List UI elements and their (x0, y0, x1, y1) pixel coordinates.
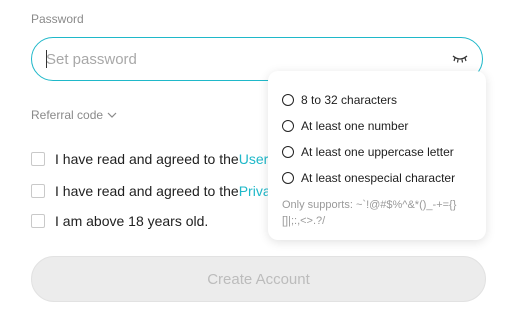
agreement-checkbox-privacy[interactable] (31, 184, 45, 198)
rule-special: At least onespecial character (282, 165, 472, 191)
privacy-policy-link[interactable]: Priva (239, 183, 271, 199)
rule-length: 8 to 32 characters (282, 87, 472, 113)
password-input[interactable] (46, 48, 426, 70)
age-text: I am above 18 years old. (55, 213, 209, 229)
agreement-row-privacy: I have read and agreed to the Priva (31, 183, 271, 199)
referral-code-toggle[interactable]: Referral code (31, 108, 117, 122)
agreement-text: I have read and agreed to the (55, 151, 239, 167)
chevron-down-icon (107, 112, 117, 118)
referral-code-label: Referral code (31, 108, 104, 122)
rule-status-icon (282, 94, 294, 106)
agreement-checkbox-user[interactable] (31, 152, 45, 166)
agreement-row-age: I am above 18 years old. (31, 213, 208, 229)
rule-uppercase: At least one uppercase letter (282, 139, 472, 165)
user-agreement-link[interactable]: User (239, 151, 269, 167)
eye-closed-icon[interactable] (452, 52, 468, 64)
rule-text: At least onespecial character (301, 171, 456, 185)
supported-characters: Only supports: ~`!@#$%^&*()_-+={}[]|;:,<… (282, 199, 457, 227)
rule-status-icon (282, 172, 294, 184)
agreement-text: I have read and agreed to the (55, 183, 239, 199)
password-rules-popup: 8 to 32 characters At least one number A… (268, 71, 486, 240)
password-label: Password (31, 12, 84, 26)
rule-status-icon (282, 120, 294, 132)
rule-text: 8 to 32 characters (301, 93, 398, 107)
rule-number: At least one number (282, 113, 472, 139)
create-account-button[interactable]: Create Account (31, 256, 486, 302)
rule-text: At least one number (301, 119, 409, 133)
age-checkbox[interactable] (31, 214, 45, 228)
rule-text: At least one uppercase letter (301, 145, 454, 159)
agreement-row-user: I have read and agreed to the User (31, 151, 268, 167)
text-caret (46, 50, 47, 68)
rule-status-icon (282, 146, 294, 158)
